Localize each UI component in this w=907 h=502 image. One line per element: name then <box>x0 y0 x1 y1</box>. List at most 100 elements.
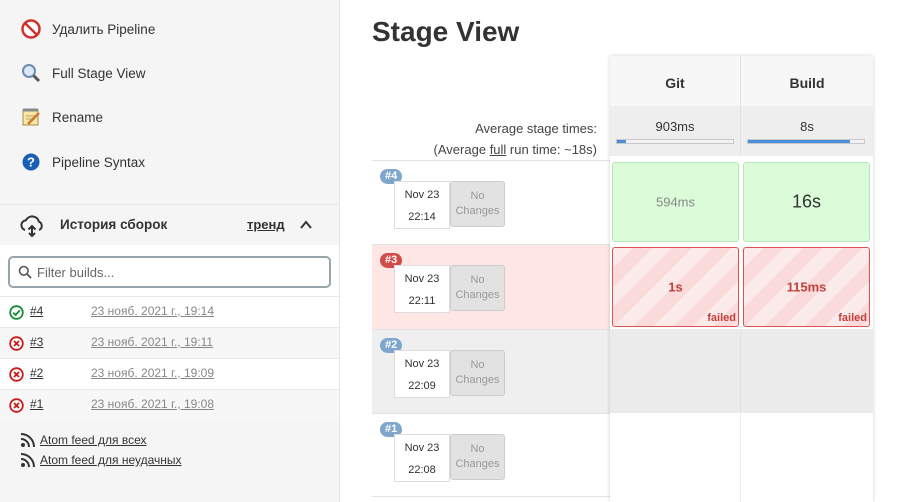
rename-label: Rename <box>52 109 104 125</box>
delete-pipeline-task[interactable]: Удалить Pipeline <box>20 17 155 41</box>
build-history-title: История сборок <box>60 217 168 232</box>
stage-avg-build-fill <box>748 140 851 143</box>
rss-icon <box>20 453 35 468</box>
stage-cell-time: 1s <box>668 279 683 295</box>
no-changes-box: No Changes <box>450 265 505 311</box>
success-icon <box>9 305 24 325</box>
stage-cell-failed-flag: failed <box>707 312 736 324</box>
atom-feed-all-label: Atom feed для всех <box>40 433 147 447</box>
filter-builds-box <box>8 256 331 288</box>
no-changes-box: No Changes <box>450 434 505 480</box>
run-row-1: #1 Nov 23 22:08 No Changes <box>372 413 610 496</box>
full-run-link[interactable]: full <box>490 142 507 157</box>
stage-cell-3-build[interactable]: 115ms failed <box>743 247 870 327</box>
run-date-day: Nov 23 <box>404 358 440 370</box>
run-row-2: #2 Nov 23 22:09 No Changes <box>372 329 610 413</box>
rss-icon <box>20 433 35 448</box>
no-changes-line2: Changes <box>455 458 500 470</box>
stage-avg-git-fill <box>617 140 627 143</box>
build-row: #3 23 нояб. 2021 г., 19:11 <box>0 327 339 358</box>
stage-cell-time: 594ms <box>655 194 696 210</box>
stage-avg-git-bar <box>616 139 734 144</box>
build-number-link[interactable]: #1 <box>30 397 43 411</box>
stage-avg-build-value: 8s <box>800 119 814 134</box>
stage-avg-build: 8s <box>741 106 873 156</box>
no-changes-line1: No <box>470 274 485 286</box>
build-row: #2 23 нояб. 2021 г., 19:09 <box>0 358 339 389</box>
no-changes-line1: No <box>470 190 485 202</box>
search-icon <box>18 265 32 279</box>
pipeline-syntax-label: Pipeline Syntax <box>52 154 146 170</box>
sidebar-divider <box>339 0 340 502</box>
cloud-icon <box>18 214 46 243</box>
average-run-suffix: run time: ~18s) <box>506 142 597 157</box>
build-history: История сборок тренд #4 23 нояб. 2021 г.… <box>0 204 339 420</box>
atom-feed-failed[interactable]: Atom feed для неудачных <box>20 452 182 468</box>
run-date: Nov 23 22:11 <box>394 265 450 313</box>
build-date-link[interactable]: 23 нояб. 2021 г., 19:14 <box>91 304 214 318</box>
svg-text:?: ? <box>27 155 35 170</box>
atom-feed-failed-label: Atom feed для неудачных <box>40 453 182 467</box>
run-date-time: 22:11 <box>408 295 436 307</box>
grid-divider <box>740 329 741 413</box>
stage-cell-4-build[interactable]: 16s <box>743 162 870 242</box>
run-date-time: 22:09 <box>408 380 436 392</box>
no-entry-icon <box>20 18 42 40</box>
no-changes-line1: No <box>470 443 485 455</box>
stage-grid: Git Build 903ms 8s 594ms 16s 1s failed 1… <box>610 56 873 502</box>
stage-cell-3-git[interactable]: 1s failed <box>612 247 739 327</box>
stage-cell-time: 115ms <box>786 279 827 295</box>
run-date-time: 22:08 <box>408 464 436 476</box>
atom-feed-all[interactable]: Atom feed для всех <box>20 432 147 448</box>
failed-icon <box>9 336 24 356</box>
stage-avg-git-value: 903ms <box>655 119 695 134</box>
stage-cell-4-git[interactable]: 594ms <box>612 162 739 242</box>
stage-cell-time: 16s <box>791 191 822 212</box>
stage-cell-failed-flag: failed <box>838 312 867 324</box>
run-date-day: Nov 23 <box>404 442 440 454</box>
no-changes-line2: Changes <box>455 374 500 386</box>
stage-avg-build-bar <box>747 139 865 144</box>
build-date-link[interactable]: 23 нояб. 2021 г., 19:08 <box>91 397 214 411</box>
run-row-4: #4 Nov 23 22:14 No Changes <box>372 160 610 244</box>
no-changes-box: No Changes <box>450 350 505 396</box>
atom-feeds: Atom feed для всех Atom feed для неудачн… <box>0 420 339 502</box>
run-date-day: Nov 23 <box>404 273 440 285</box>
build-number-link[interactable]: #4 <box>30 304 43 318</box>
sidebar: Удалить Pipeline Full Stage View Rename … <box>0 0 339 502</box>
no-changes-line2: Changes <box>455 205 500 217</box>
filter-builds-input[interactable] <box>37 261 317 283</box>
build-number-link[interactable]: #3 <box>30 335 43 349</box>
run-date-day: Nov 23 <box>404 189 440 201</box>
run-date: Nov 23 22:14 <box>394 181 450 229</box>
help-icon: ? <box>20 151 42 173</box>
build-date-link[interactable]: 23 нояб. 2021 г., 19:11 <box>91 335 213 349</box>
run-date: Nov 23 22:08 <box>394 434 450 482</box>
stage-header-build: Build <box>741 56 873 106</box>
run-row-3: #3 Nov 23 22:11 No Changes <box>372 244 610 329</box>
stage-avg-git: 903ms <box>610 106 741 156</box>
run-date: Nov 23 22:09 <box>394 350 450 398</box>
failed-icon <box>9 367 24 387</box>
build-history-header: История сборок тренд <box>0 205 339 245</box>
average-times-label: Average stage times: (Average full run t… <box>372 118 597 160</box>
chevron-up-icon[interactable] <box>299 218 313 237</box>
stage-cells-2-empty <box>610 329 873 413</box>
delete-pipeline-label: Удалить Pipeline <box>52 21 156 37</box>
average-run-time: (Average full run time: ~18s) <box>372 139 597 160</box>
average-run-prefix: (Average <box>433 142 490 157</box>
run-table-bottom <box>372 496 610 497</box>
pipeline-syntax-task[interactable]: ? Pipeline Syntax <box>20 150 145 174</box>
build-date-link[interactable]: 23 нояб. 2021 г., 19:09 <box>91 366 214 380</box>
full-stage-view-task[interactable]: Full Stage View <box>20 61 146 85</box>
no-changes-line1: No <box>470 359 485 371</box>
build-row: #1 23 нояб. 2021 г., 19:08 <box>0 389 339 420</box>
magnifier-icon <box>20 62 42 84</box>
trend-link[interactable]: тренд <box>247 217 285 232</box>
stage-header-git: Git <box>610 56 741 106</box>
rename-task[interactable]: Rename <box>20 105 103 129</box>
average-stage-times: Average stage times: <box>475 121 597 136</box>
no-changes-box: No Changes <box>450 181 505 227</box>
failed-icon <box>9 398 24 418</box>
build-number-link[interactable]: #2 <box>30 366 43 380</box>
